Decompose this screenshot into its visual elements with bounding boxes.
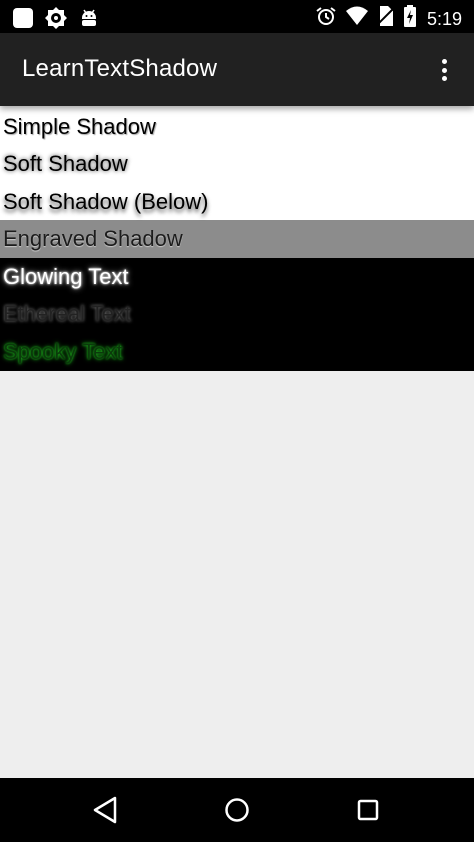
android-icon [78,7,100,34]
list-item-spooky-text: Spooky Text [0,332,474,371]
app-title: LearnTextShadow [22,55,218,82]
list-item-soft-shadow: Soft Shadow [0,145,474,183]
more-vert-icon[interactable] [436,55,452,85]
settings-gear-icon [44,6,68,35]
app-bar: LearnTextShadow [0,33,474,106]
list-item-soft-shadow-below: Soft Shadow (Below) [0,182,474,221]
navigation-bar [0,778,474,842]
alarm-icon [315,5,337,32]
list-item-glowing-text: Glowing Text [0,257,474,296]
list-item-ethereal-text: Ethereal Text [0,295,474,333]
notification-icons [12,6,100,35]
wifi-icon [345,5,369,32]
shadow-list: Simple Shadow Soft Shadow Soft Shadow (B… [0,106,474,371]
list-item-engraved-shadow: Engraved Shadow [0,220,474,258]
home-icon[interactable] [221,794,253,826]
no-sim-icon [377,5,395,32]
recents-icon[interactable] [352,794,384,826]
status-bar: 5:19 [0,0,474,33]
battery-icon [403,5,417,32]
list-item-simple-shadow: Simple Shadow [0,106,474,145]
back-icon[interactable] [89,794,121,826]
status-time: 5:19 [426,8,462,29]
app-square-icon [12,7,34,34]
system-icons: 5:19 [315,5,462,32]
